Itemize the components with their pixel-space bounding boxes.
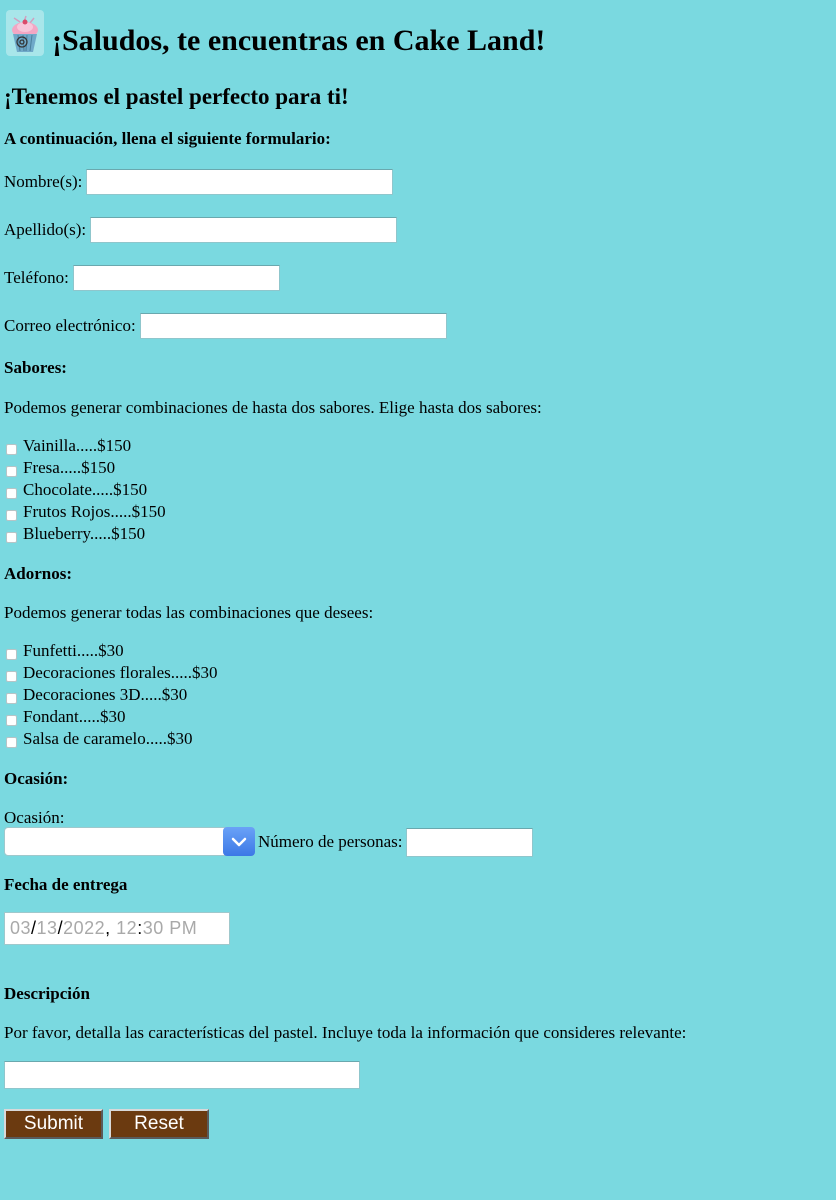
personas-label: Número de personas: — [258, 832, 403, 851]
nombre-label: Nombre(s): — [4, 172, 83, 191]
personas-input[interactable] — [406, 827, 534, 857]
adorno-label: Salsa de caramelo.....$30 — [23, 729, 193, 748]
descripcion-input[interactable] — [4, 1061, 360, 1089]
time-hour[interactable]: 12 — [116, 918, 137, 939]
date-month[interactable]: 03 — [10, 918, 31, 939]
adorno-label: Decoraciones florales.....$30 — [23, 663, 218, 682]
telefono-input[interactable] — [72, 265, 280, 291]
nombre-row: Nombre(s): — [4, 167, 394, 197]
telefono-row: Teléfono: — [4, 263, 280, 293]
checkbox[interactable] — [6, 443, 17, 455]
sabor-option[interactable]: Vainilla.....$150 — [6, 435, 166, 457]
sabor-label: Chocolate.....$150 — [23, 480, 148, 499]
ocasion-select-label: Ocasión: — [4, 808, 65, 827]
sabor-label: Vainilla.....$150 — [23, 436, 132, 455]
adorno-label: Fondant.....$30 — [23, 707, 126, 726]
adornos-description: Podemos generar todas las combinaciones … — [4, 603, 374, 622]
adorno-label: Decoraciones 3D.....$30 — [23, 685, 188, 704]
time-minute[interactable]: 30 — [143, 918, 164, 939]
checkbox[interactable] — [6, 670, 17, 682]
reset-button[interactable]: Reset — [109, 1109, 209, 1139]
form-intro: A continuación, llena el siguiente formu… — [4, 129, 331, 148]
date-separator: , — [105, 918, 117, 938]
page-subtitle: ¡Tenemos el pastel perfecto para ti! — [4, 84, 349, 109]
ocasion-select[interactable] — [4, 827, 255, 856]
checkbox[interactable] — [6, 714, 17, 726]
adorno-label: Funfetti.....$30 — [23, 641, 124, 660]
correo-row: Correo electrónico: — [4, 311, 447, 341]
correo-label: Correo electrónico: — [4, 316, 136, 335]
personas-row: Número de personas: — [258, 827, 534, 857]
descripcion-heading: Descripción — [4, 984, 90, 1003]
sabores-description: Podemos generar combinaciones de hasta d… — [4, 398, 542, 417]
adorno-option[interactable]: Decoraciones florales.....$30 — [6, 662, 217, 684]
time-ampm[interactable]: PM — [169, 918, 197, 939]
nombre-input[interactable] — [86, 169, 394, 195]
checkbox[interactable] — [6, 465, 17, 477]
page-title: ¡Saludos, te encuentras en Cake Land! — [52, 24, 546, 57]
adorno-option[interactable]: Funfetti.....$30 — [6, 640, 217, 662]
sabor-option[interactable]: Blueberry.....$150 — [6, 523, 166, 545]
ocasion-selected-value — [5, 833, 11, 849]
sabores-list: Vainilla.....$150 Fresa.....$150 Chocola… — [6, 435, 166, 545]
apellido-input[interactable] — [90, 217, 398, 243]
checkbox[interactable] — [6, 692, 17, 704]
correo-input[interactable] — [139, 313, 447, 339]
sabores-heading: Sabores: — [4, 358, 67, 377]
sabor-option[interactable]: Chocolate.....$150 — [6, 479, 166, 501]
adornos-list: Funfetti.....$30 Decoraciones florales..… — [6, 640, 217, 750]
date-year[interactable]: 2022 — [63, 918, 105, 939]
sabor-label: Fresa.....$150 — [23, 458, 116, 477]
adorno-option[interactable]: Decoraciones 3D.....$30 — [6, 684, 217, 706]
checkbox[interactable] — [6, 648, 17, 660]
fecha-input[interactable]: 03/13/2022, 12:30 PM — [4, 912, 230, 945]
checkbox[interactable] — [6, 487, 17, 499]
apellido-row: Apellido(s): — [4, 215, 398, 245]
page: ¡Saludos, te encuentras en Cake Land! ¡T… — [0, 0, 836, 1200]
ocasion-heading: Ocasión: — [4, 769, 69, 788]
checkbox[interactable] — [6, 509, 17, 521]
submit-button[interactable]: Submit — [4, 1109, 103, 1139]
apellido-label: Apellido(s): — [4, 220, 87, 239]
sabor-label: Blueberry.....$150 — [23, 524, 146, 543]
adorno-option[interactable]: Salsa de caramelo.....$30 — [6, 728, 217, 750]
cupcake-logo-icon — [6, 10, 44, 56]
sabor-option[interactable]: Fresa.....$150 — [6, 457, 166, 479]
telefono-label: Teléfono: — [4, 268, 69, 287]
adorno-option[interactable]: Fondant.....$30 — [6, 706, 217, 728]
date-day[interactable]: 13 — [37, 918, 58, 939]
chevron-down-icon[interactable] — [223, 827, 255, 856]
fecha-heading: Fecha de entrega — [4, 875, 128, 894]
sabor-label: Frutos Rojos.....$150 — [23, 502, 166, 521]
descripcion-instructions: Por favor, detalla las características d… — [4, 1023, 687, 1042]
checkbox[interactable] — [6, 531, 17, 543]
sabor-option[interactable]: Frutos Rojos.....$150 — [6, 501, 166, 523]
adornos-heading: Adornos: — [4, 564, 73, 583]
checkbox[interactable] — [6, 736, 17, 748]
